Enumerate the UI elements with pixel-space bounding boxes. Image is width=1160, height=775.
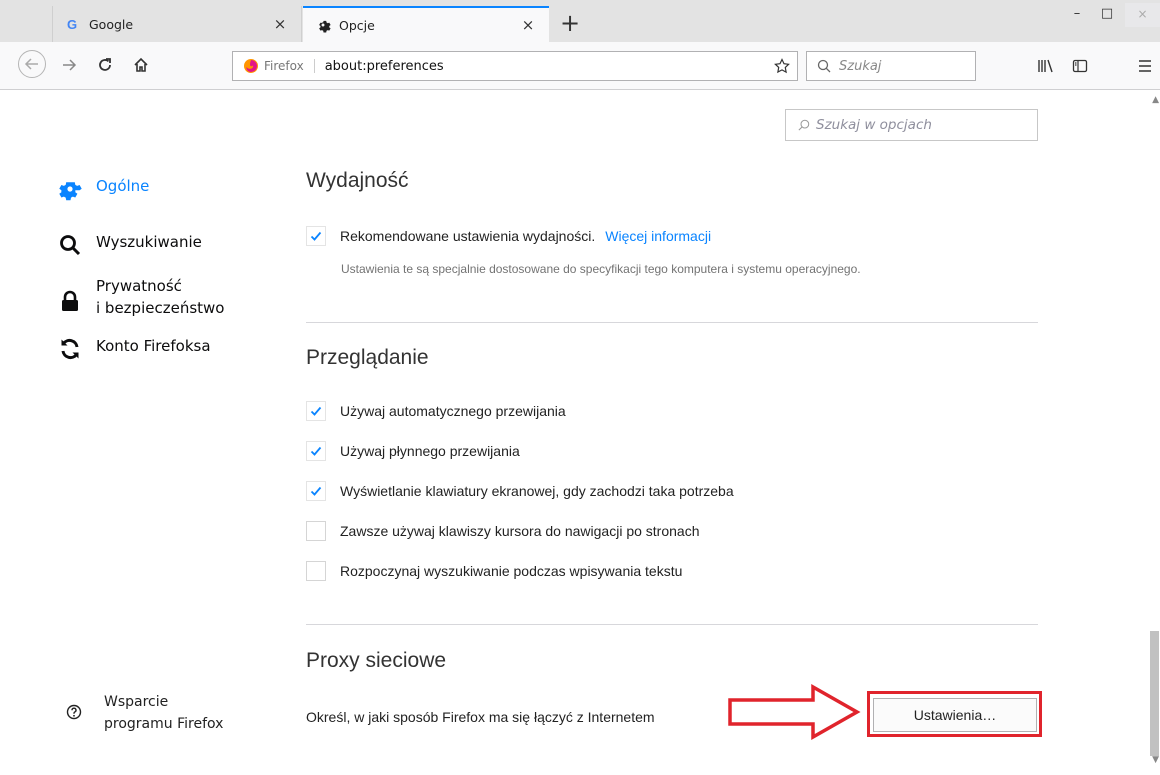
maximize-button[interactable]: □ xyxy=(1092,3,1122,27)
checkbox[interactable] xyxy=(306,481,326,501)
tab-close-icon[interactable]: × xyxy=(271,15,289,33)
identity-label: Firefox xyxy=(264,59,315,73)
checkmark-icon xyxy=(310,231,322,241)
checkbox[interactable] xyxy=(306,401,326,421)
back-button[interactable] xyxy=(18,50,46,78)
gear-icon xyxy=(58,177,82,201)
category-label: Konto Firefoksa xyxy=(96,337,211,355)
scroll-up-icon[interactable]: ▲ xyxy=(1152,95,1159,105)
firefox-logo-icon xyxy=(244,59,258,73)
search-bar[interactable]: Szukaj xyxy=(806,51,976,81)
lock-icon xyxy=(58,289,82,313)
search-icon xyxy=(817,59,831,73)
tab-google[interactable]: G Google × xyxy=(52,6,302,42)
sidebar-button[interactable] xyxy=(1068,54,1092,78)
checkbox-label: Używaj automatycznego przewijania xyxy=(340,403,566,419)
section-title-performance: Wydajność xyxy=(306,169,409,192)
checkbox-label: Używaj płynnego przewijania xyxy=(340,443,520,459)
category-privacy[interactable]: Prywatność i bezpieczeństwo xyxy=(58,275,224,319)
back-arrow-icon xyxy=(24,58,38,70)
forward-arrow-icon xyxy=(63,59,77,71)
checkbox-row-autoscroll[interactable]: Używaj automatycznego przewijania xyxy=(306,401,566,421)
scrollbar-thumb[interactable] xyxy=(1150,631,1159,756)
library-icon xyxy=(1038,59,1053,73)
search-placeholder: Szukaj xyxy=(839,58,882,74)
support-link[interactable]: Wsparcie programu Firefox xyxy=(66,691,223,735)
menu-button[interactable] xyxy=(1133,54,1157,78)
category-search[interactable]: Wyszukiwanie xyxy=(58,233,202,257)
checkmark-icon xyxy=(310,406,322,416)
help-icon xyxy=(66,704,82,720)
section-divider xyxy=(306,624,1038,625)
close-window-button[interactable]: × xyxy=(1125,3,1160,27)
sync-icon xyxy=(58,337,82,361)
more-info-link[interactable]: Więcej informacji xyxy=(605,228,711,244)
checkbox-label: Zawsze używaj klawiszy kursora do nawiga… xyxy=(340,523,700,539)
category-general[interactable]: Ogólne xyxy=(58,177,149,201)
checkbox[interactable] xyxy=(306,521,326,541)
support-label-line2: programu Firefox xyxy=(104,716,224,732)
tab-opcje[interactable]: Opcje × xyxy=(303,6,549,42)
tab-title: Opcje xyxy=(339,17,375,33)
tab-title: Google xyxy=(89,16,134,32)
svg-text:G: G xyxy=(67,17,77,31)
tab-close-icon[interactable]: × xyxy=(519,16,537,34)
checkbox[interactable] xyxy=(306,226,326,246)
checkmark-icon xyxy=(310,486,322,496)
preferences-page: ▲ ▼ Szukaj w opcjach Ogólne Wyszukiwanie… xyxy=(0,91,1160,775)
checkbox-row-performance[interactable]: Rekomendowane ustawienia wydajności. Wię… xyxy=(306,226,711,246)
gear-icon xyxy=(315,17,331,33)
url-text[interactable]: about:preferences xyxy=(325,59,767,74)
checkbox-label: Wyświetlanie klawiatury ekranowej, gdy z… xyxy=(340,483,734,499)
forward-button[interactable] xyxy=(56,52,82,78)
category-sync[interactable]: Konto Firefoksa xyxy=(58,337,211,361)
tab-strip: G Google × Opcje × + – □ × xyxy=(0,0,1160,42)
bookmark-star-icon[interactable] xyxy=(767,58,797,74)
category-label-line1: Prywatność xyxy=(96,277,182,295)
checkmark-icon xyxy=(310,446,322,456)
search-icon xyxy=(798,119,810,131)
checkbox-label: Rozpoczynaj wyszukiwanie podczas wpisywa… xyxy=(340,563,683,579)
minimize-button[interactable]: – xyxy=(1062,3,1092,27)
reload-button[interactable] xyxy=(92,52,118,78)
url-bar[interactable]: Firefox about:preferences xyxy=(232,51,798,81)
performance-description: Ustawienia te są specjalnie dostosowane … xyxy=(341,262,861,276)
annotation-arrow-icon xyxy=(728,684,861,740)
section-divider xyxy=(306,322,1038,323)
checkbox[interactable] xyxy=(306,441,326,461)
reload-icon xyxy=(99,58,111,71)
home-icon xyxy=(134,57,148,72)
checkbox-row-find-as-you-type[interactable]: Rozpoczynaj wyszukiwanie podczas wpisywa… xyxy=(306,561,682,581)
annotation-highlight-box xyxy=(867,691,1042,737)
scroll-down-icon[interactable]: ▼ xyxy=(1152,755,1159,765)
sidebar-icon xyxy=(1072,59,1088,73)
preferences-search-placeholder: Szukaj w opcjach xyxy=(816,117,932,133)
library-button[interactable] xyxy=(1034,54,1058,78)
checkbox-label: Rekomendowane ustawienia wydajności. xyxy=(340,228,596,244)
hamburger-menu-icon xyxy=(1139,60,1151,72)
google-g-icon: G xyxy=(65,16,81,32)
nav-bar: Firefox about:preferences Szukaj xyxy=(0,42,1160,90)
new-tab-button[interactable]: + xyxy=(556,10,584,38)
category-label: Wyszukiwanie xyxy=(96,233,202,251)
search-icon xyxy=(58,233,82,257)
proxy-description: Określ, w jaki sposób Firefox ma się łąc… xyxy=(306,709,655,725)
checkbox[interactable] xyxy=(306,561,326,581)
support-label-line1: Wsparcie xyxy=(104,694,169,710)
checkbox-row-caret-browsing[interactable]: Zawsze używaj klawiszy kursora do nawiga… xyxy=(306,521,699,541)
scrollbar[interactable]: ▲ ▼ xyxy=(1149,91,1160,775)
category-label: Ogólne xyxy=(96,177,150,195)
checkbox-row-touch-keyboard[interactable]: Wyświetlanie klawiatury ekranowej, gdy z… xyxy=(306,481,734,501)
section-title-browsing: Przeglądanie xyxy=(306,346,429,369)
category-label-line2: i bezpieczeństwo xyxy=(96,299,225,317)
checkbox-row-smooth-scroll[interactable]: Używaj płynnego przewijania xyxy=(306,441,520,461)
section-title-proxy: Proxy sieciowe xyxy=(306,649,447,672)
home-button[interactable] xyxy=(128,52,154,78)
preferences-search-input[interactable]: Szukaj w opcjach xyxy=(785,109,1038,141)
